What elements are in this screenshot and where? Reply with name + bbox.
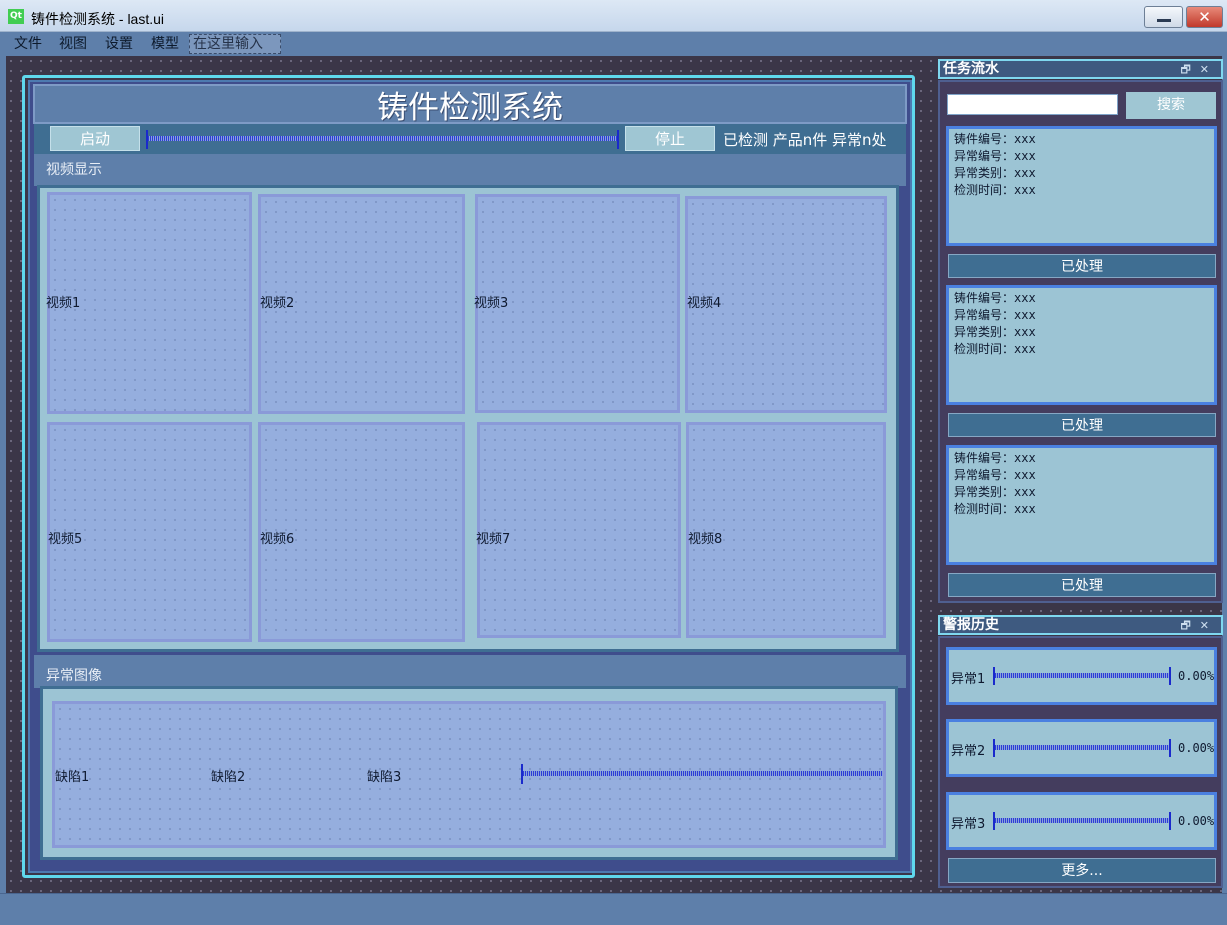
menu-type-here[interactable]: 在这里输入 [189,34,281,54]
dock-float-close-icon[interactable]: 🗗✕ [1180,62,1218,78]
search-button[interactable]: 搜索 [1126,92,1216,119]
video-section-header [34,154,906,186]
task-details: 铸件编号：xxx 异常编号：xxx 异常类别：xxx 检测时间：xxx [954,451,1036,516]
alarm-item: 异常3 0.00% [946,792,1217,850]
task-card: 铸件编号：xxx 异常编号：xxx 异常类别：xxx 检测时间：xxx [946,445,1217,565]
alarm-percent: 0.00% [1178,814,1215,828]
video-label-7: 视频7 [476,532,511,547]
abnormal-section-header [34,655,906,688]
progress-slider[interactable] [146,130,619,149]
processed-button[interactable]: 已处理 [948,413,1216,437]
alarm-label: 异常1 [951,672,986,687]
video-label-4: 视频4 [687,296,722,311]
defect-label-1[interactable]: 缺陷1 [55,766,89,785]
alarm-progress-bar [993,812,1171,830]
title-bar [0,0,1227,32]
more-button[interactable]: 更多... [948,858,1216,883]
menu-file[interactable]: 文件 [11,35,45,53]
task-details: 铸件编号：xxx 异常编号：xxx 异常类别：xxx 检测时间：xxx [954,132,1036,197]
video-label-1: 视频1 [46,296,81,311]
dock-float-close-icon[interactable]: 🗗✕ [1180,618,1218,634]
page-title: 铸件检测系统 [377,90,563,126]
video-label-2: 视频2 [260,296,295,311]
minimize-button[interactable] [1144,6,1183,28]
window-title: 铸件检测系统 - last.ui [31,11,165,27]
alarm-percent: 0.00% [1178,741,1215,755]
menu-bar: 文件 视图 设置 模型 在这里输入 [0,32,1227,56]
task-card: 铸件编号：xxx 异常编号：xxx 异常类别：xxx 检测时间：xxx [946,285,1217,405]
close-button[interactable]: ✕ [1186,6,1223,28]
search-input[interactable] [947,94,1118,115]
status-bar [0,893,1227,925]
menu-model[interactable]: 模型 [148,35,182,53]
video-section-title: 视频显示 [46,162,102,178]
task-card: 铸件编号：xxx 异常编号：xxx 异常类别：xxx 检测时间：xxx [946,126,1217,246]
alarm-progress-bar [993,667,1171,685]
alarm-item: 异常2 0.00% [946,719,1217,777]
alarm-label: 异常2 [951,744,986,759]
alarm-dock-title[interactable]: 警报历史 🗗✕ [938,615,1223,635]
video-label-6: 视频6 [260,532,295,547]
menu-settings[interactable]: 设置 [102,35,136,53]
video-label-3: 视频3 [474,296,509,311]
stop-button[interactable]: 停止 [625,126,715,151]
tasks-dock-title-text: 任务流水 [943,61,999,77]
task-details: 铸件编号：xxx 异常编号：xxx 异常类别：xxx 检测时间：xxx [954,291,1036,356]
defect-label-3[interactable]: 缺陷3 [367,766,401,785]
alarm-label: 异常3 [951,817,986,832]
menu-view[interactable]: 视图 [56,35,90,53]
alarm-dock-title-text: 警报历史 [943,617,999,633]
detection-status: 已检测 产品n件 异常n处 [723,131,887,149]
alarm-progress-bar [993,739,1171,757]
alarm-percent: 0.00% [1178,669,1215,683]
processed-button[interactable]: 已处理 [948,573,1216,597]
defect-scroll-slider[interactable] [521,764,883,784]
tasks-dock-title[interactable]: 任务流水 🗗✕ [938,59,1223,79]
qt-logo-icon: Qt [8,9,24,24]
defect-label-2[interactable]: 缺陷2 [211,766,245,785]
video-label-8: 视频8 [688,532,723,547]
video-label-5: 视频5 [48,532,83,547]
alarm-item: 异常1 0.00% [946,647,1217,705]
processed-button[interactable]: 已处理 [948,254,1216,278]
start-button[interactable]: 启动 [50,126,140,151]
abnormal-section-title: 异常图像 [46,668,102,684]
